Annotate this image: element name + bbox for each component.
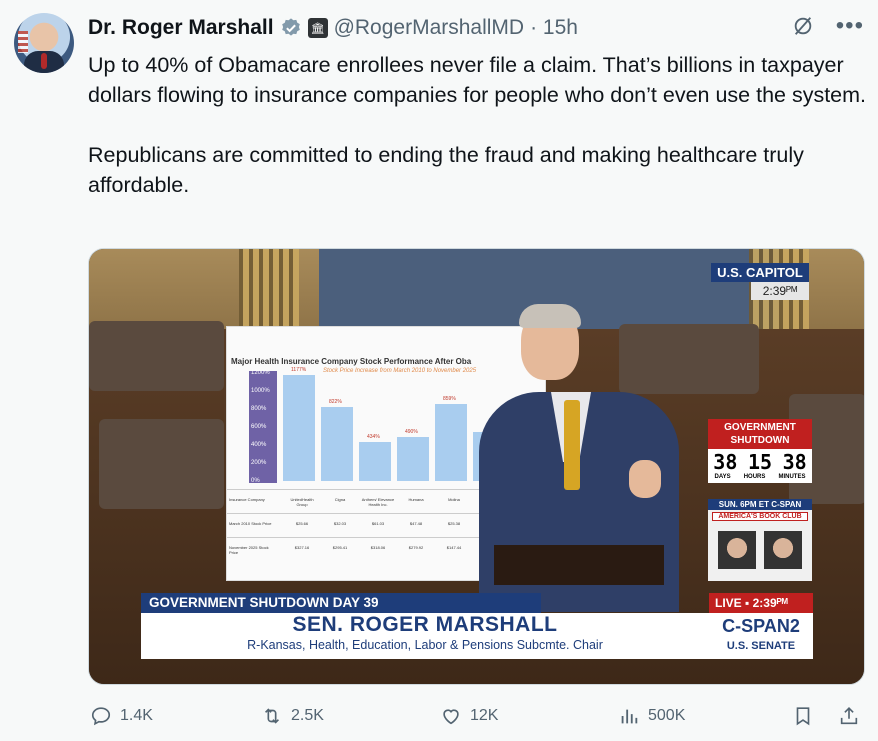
grok-icon[interactable] [792, 15, 814, 37]
poster-bar-label: 859% [443, 395, 456, 402]
views-button[interactable]: 500K [618, 705, 685, 727]
poster-y-tick: 600% [251, 424, 267, 430]
poster-table-cell: Humana [408, 497, 424, 502]
author-handle[interactable]: @RogerMarshallMD [334, 16, 525, 40]
shutdown-minutes: 38 [782, 450, 807, 474]
poster-subtitle: Stock Price Increase from March 2010 to … [323, 368, 477, 374]
chyron-name: SEN. ROGER MARSHALL [292, 613, 558, 636]
poster-table-cell: UnitedHealth Group [290, 497, 314, 507]
location-label: U.S. CAPITOL [711, 263, 809, 282]
cspan-logo: C-SPAN2 [722, 616, 800, 636]
shutdown-header: GOVERNMENT SHUTDOWN [708, 419, 812, 449]
shutdown-unit-hours: HOURS [743, 474, 766, 480]
chyron-nameplate: SEN. ROGER MARSHALL R-Kansas, Health, Ed… [141, 613, 709, 659]
view-count: 500K [648, 707, 686, 724]
reply-button[interactable]: 1.4K [90, 705, 153, 727]
poster-table-label: Insurance Company [229, 497, 265, 502]
poster-table-cell: $61.03 [371, 521, 385, 526]
poster-bar-label: 490% [405, 428, 418, 435]
poster-y-tick: 0% [251, 478, 260, 484]
poster-table-label: November 2025 Stock Price [229, 545, 269, 555]
poster-table-cell: $295.41 [332, 545, 348, 550]
poster-table-cell: $47.48 [409, 521, 423, 526]
location-bug: U.S. CAPITOL 2:39ᴾᴹ [711, 263, 809, 300]
poster-table-cell: $32.03 [333, 521, 347, 526]
tweet: Dr. Roger Marshall 🏛 @RogerMarshallMD · … [0, 0, 878, 741]
poster-table-cell: $318.06 [370, 545, 386, 550]
chyron-banner: GOVERNMENT SHUTDOWN DAY 39 [141, 593, 541, 613]
poster-table-cell: Molina [448, 497, 460, 502]
cspan-subtitle: U.S. SENATE [726, 640, 796, 652]
government-badge-icon: 🏛 [307, 18, 328, 38]
poster-table-label: March 2010 Stock Price [229, 521, 272, 526]
action-bar: 1.4K 2.5K 12K 500K [88, 705, 868, 733]
location-time: 2:39ᴾᴹ [751, 282, 809, 300]
shutdown-unit-days: DAYS [714, 474, 731, 480]
network-logo: C-SPAN2 U.S. SENATE [709, 613, 813, 659]
poster-bar-label: 1177% [291, 367, 307, 374]
poster-table-cell: $279.92 [408, 545, 424, 550]
poster-y-tick: 1200% [251, 370, 270, 376]
repost-icon [264, 708, 280, 724]
podium [494, 545, 664, 585]
live-indicator: LIVE ▪ 2:39ᴾᴹ [709, 593, 813, 613]
more-icon[interactable]: ••• [836, 14, 864, 38]
verified-badge-icon [281, 18, 300, 36]
poster-y-tick: 200% [251, 460, 267, 466]
poster-y-tick: 400% [251, 442, 267, 448]
avatar[interactable] [14, 13, 74, 73]
poster-table-cell: $327.16 [294, 545, 310, 550]
poster-table-cell: $25.66 [295, 521, 309, 526]
poster-table-cell: $147.44 [446, 545, 462, 550]
poster-bar [397, 436, 429, 481]
video-media[interactable]: Major Health Insurance Company Stock Per… [88, 248, 865, 685]
book-club-promo: SUN. 6PM ET C-SPAN AMERICA'S BOOK CLUB [708, 499, 812, 581]
shutdown-clock: GOVERNMENT SHUTDOWN 38 15 38 DAYS HOURS … [708, 419, 812, 483]
bookmark-icon[interactable] [792, 705, 814, 727]
poster-bar [359, 441, 391, 481]
poster-y-tick: 800% [251, 406, 267, 412]
poster-y-tick: 1000% [251, 388, 270, 394]
heart-icon [443, 709, 459, 725]
book-club-title: AMERICA'S BOOK CLUB [712, 512, 808, 521]
like-button[interactable]: 12K [440, 705, 498, 727]
tweet-header: Dr. Roger Marshall 🏛 @RogerMarshallMD · … [88, 14, 578, 42]
reply-count: 1.4K [120, 707, 153, 724]
author-photo [764, 531, 802, 569]
poster-bar-label: 822% [329, 399, 342, 406]
shutdown-days: 38 [713, 450, 738, 474]
reply-icon [91, 707, 111, 726]
poster-table-cell: $25.38 [447, 521, 461, 526]
author-name[interactable]: Dr. Roger Marshall [88, 16, 274, 40]
analytics-icon [621, 709, 638, 724]
poster-bar [435, 403, 467, 481]
poster-bar [321, 407, 353, 481]
book-club-header: SUN. 6PM ET C-SPAN [708, 499, 812, 510]
chyron-subtitle: R-Kansas, Health, Education, Labor & Pen… [247, 638, 603, 652]
poster-table-cell: Anthem/ Elevance Health Inc. [361, 497, 395, 507]
poster-table-cell: Cigna [334, 497, 346, 502]
share-icon[interactable] [838, 705, 860, 727]
poster-title: Major Health Insurance Company Stock Per… [231, 357, 472, 366]
shutdown-hours: 15 [747, 450, 773, 474]
author-photo [718, 531, 756, 569]
header-actions: ••• [792, 14, 864, 38]
poster-bar [283, 375, 315, 481]
repost-button[interactable]: 2.5K [261, 705, 324, 727]
post-time[interactable]: · 15h [530, 16, 578, 40]
like-count: 12K [470, 707, 499, 724]
tweet-text: Up to 40% of Obamacare enrollees never f… [88, 53, 867, 197]
shutdown-unit-minutes: MINUTES [778, 474, 806, 480]
poster-bar-label: 434% [367, 433, 380, 440]
repost-count: 2.5K [291, 707, 324, 724]
